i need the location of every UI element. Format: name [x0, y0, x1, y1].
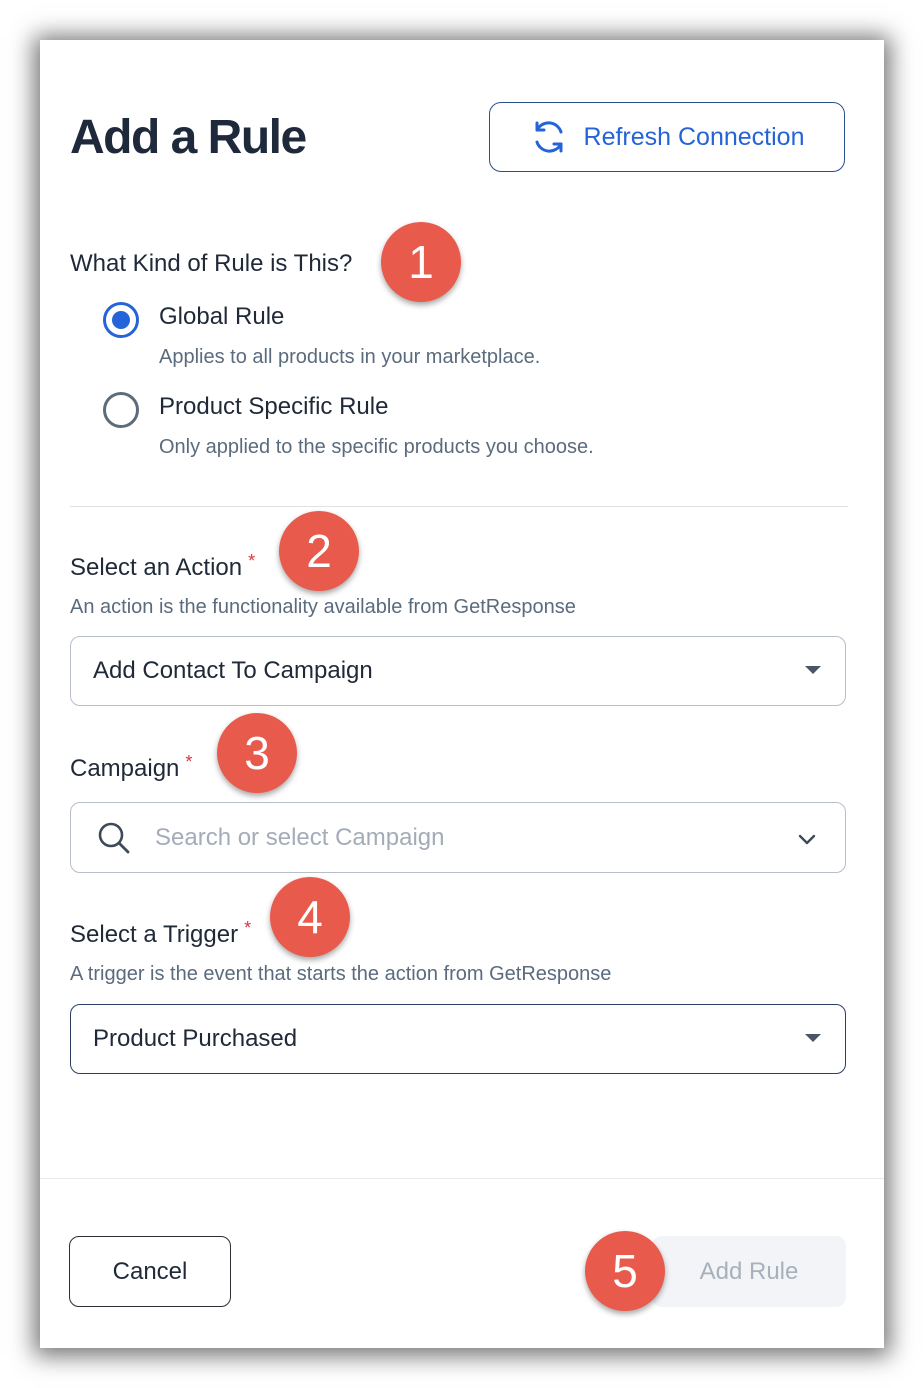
caret-down-icon [805, 1034, 821, 1042]
campaign-search-input[interactable] [155, 823, 715, 852]
step-marker-4: 4 [270, 877, 350, 957]
global-rule-label: Global Rule [159, 303, 285, 330]
action-select[interactable]: Add Contact To Campaign [70, 636, 846, 706]
search-icon [71, 821, 155, 855]
trigger-label: Select a Trigger * [70, 918, 252, 951]
global-rule-option[interactable]: Global Rule Applies to all products in y… [103, 302, 540, 370]
refresh-icon [530, 119, 568, 155]
step-marker-3: 3 [217, 713, 297, 793]
action-label-text: Select an Action [70, 554, 243, 581]
refresh-connection-button[interactable]: Refresh Connection [489, 102, 845, 172]
caret-down-icon [805, 666, 821, 674]
trigger-select-value: Product Purchased [93, 1025, 298, 1052]
step-marker-1: 1 [381, 222, 461, 302]
trigger-select[interactable]: Product Purchased [70, 1004, 846, 1074]
cancel-button[interactable]: Cancel [69, 1236, 231, 1307]
global-rule-radio[interactable] [103, 302, 139, 338]
product-specific-rule-radio[interactable] [103, 392, 139, 428]
campaign-label-text: Campaign [70, 755, 180, 782]
action-hint: An action is the functionality available… [70, 596, 576, 618]
step-marker-5: 5 [585, 1231, 665, 1311]
global-rule-description: Applies to all products in your marketpl… [159, 346, 541, 368]
campaign-search-select[interactable] [70, 802, 846, 873]
add-rule-dialog: Add a Rule Refresh Connection What Kind … [40, 40, 884, 1348]
trigger-hint: A trigger is the event that starts the a… [70, 963, 612, 985]
rule-type-question: What Kind of Rule is This? [70, 250, 353, 277]
campaign-label: Campaign * [70, 752, 193, 785]
product-specific-rule-option[interactable]: Product Specific Rule Only applied to th… [103, 392, 594, 460]
step-marker-2: 2 [279, 511, 359, 591]
action-label: Select an Action * [70, 551, 256, 584]
required-marker: * [185, 752, 193, 772]
trigger-label-text: Select a Trigger [70, 921, 239, 948]
required-marker: * [248, 551, 256, 571]
add-rule-button[interactable]: Add Rule [652, 1236, 846, 1307]
required-marker: * [244, 918, 252, 938]
product-specific-rule-label: Product Specific Rule [159, 393, 389, 420]
action-select-value: Add Contact To Campaign [93, 657, 373, 684]
product-specific-rule-description: Only applied to the specific products yo… [159, 436, 594, 458]
footer-divider [40, 1178, 884, 1179]
refresh-connection-label: Refresh Connection [583, 122, 805, 151]
section-divider [70, 506, 848, 507]
page-title: Add a Rule [70, 111, 307, 164]
